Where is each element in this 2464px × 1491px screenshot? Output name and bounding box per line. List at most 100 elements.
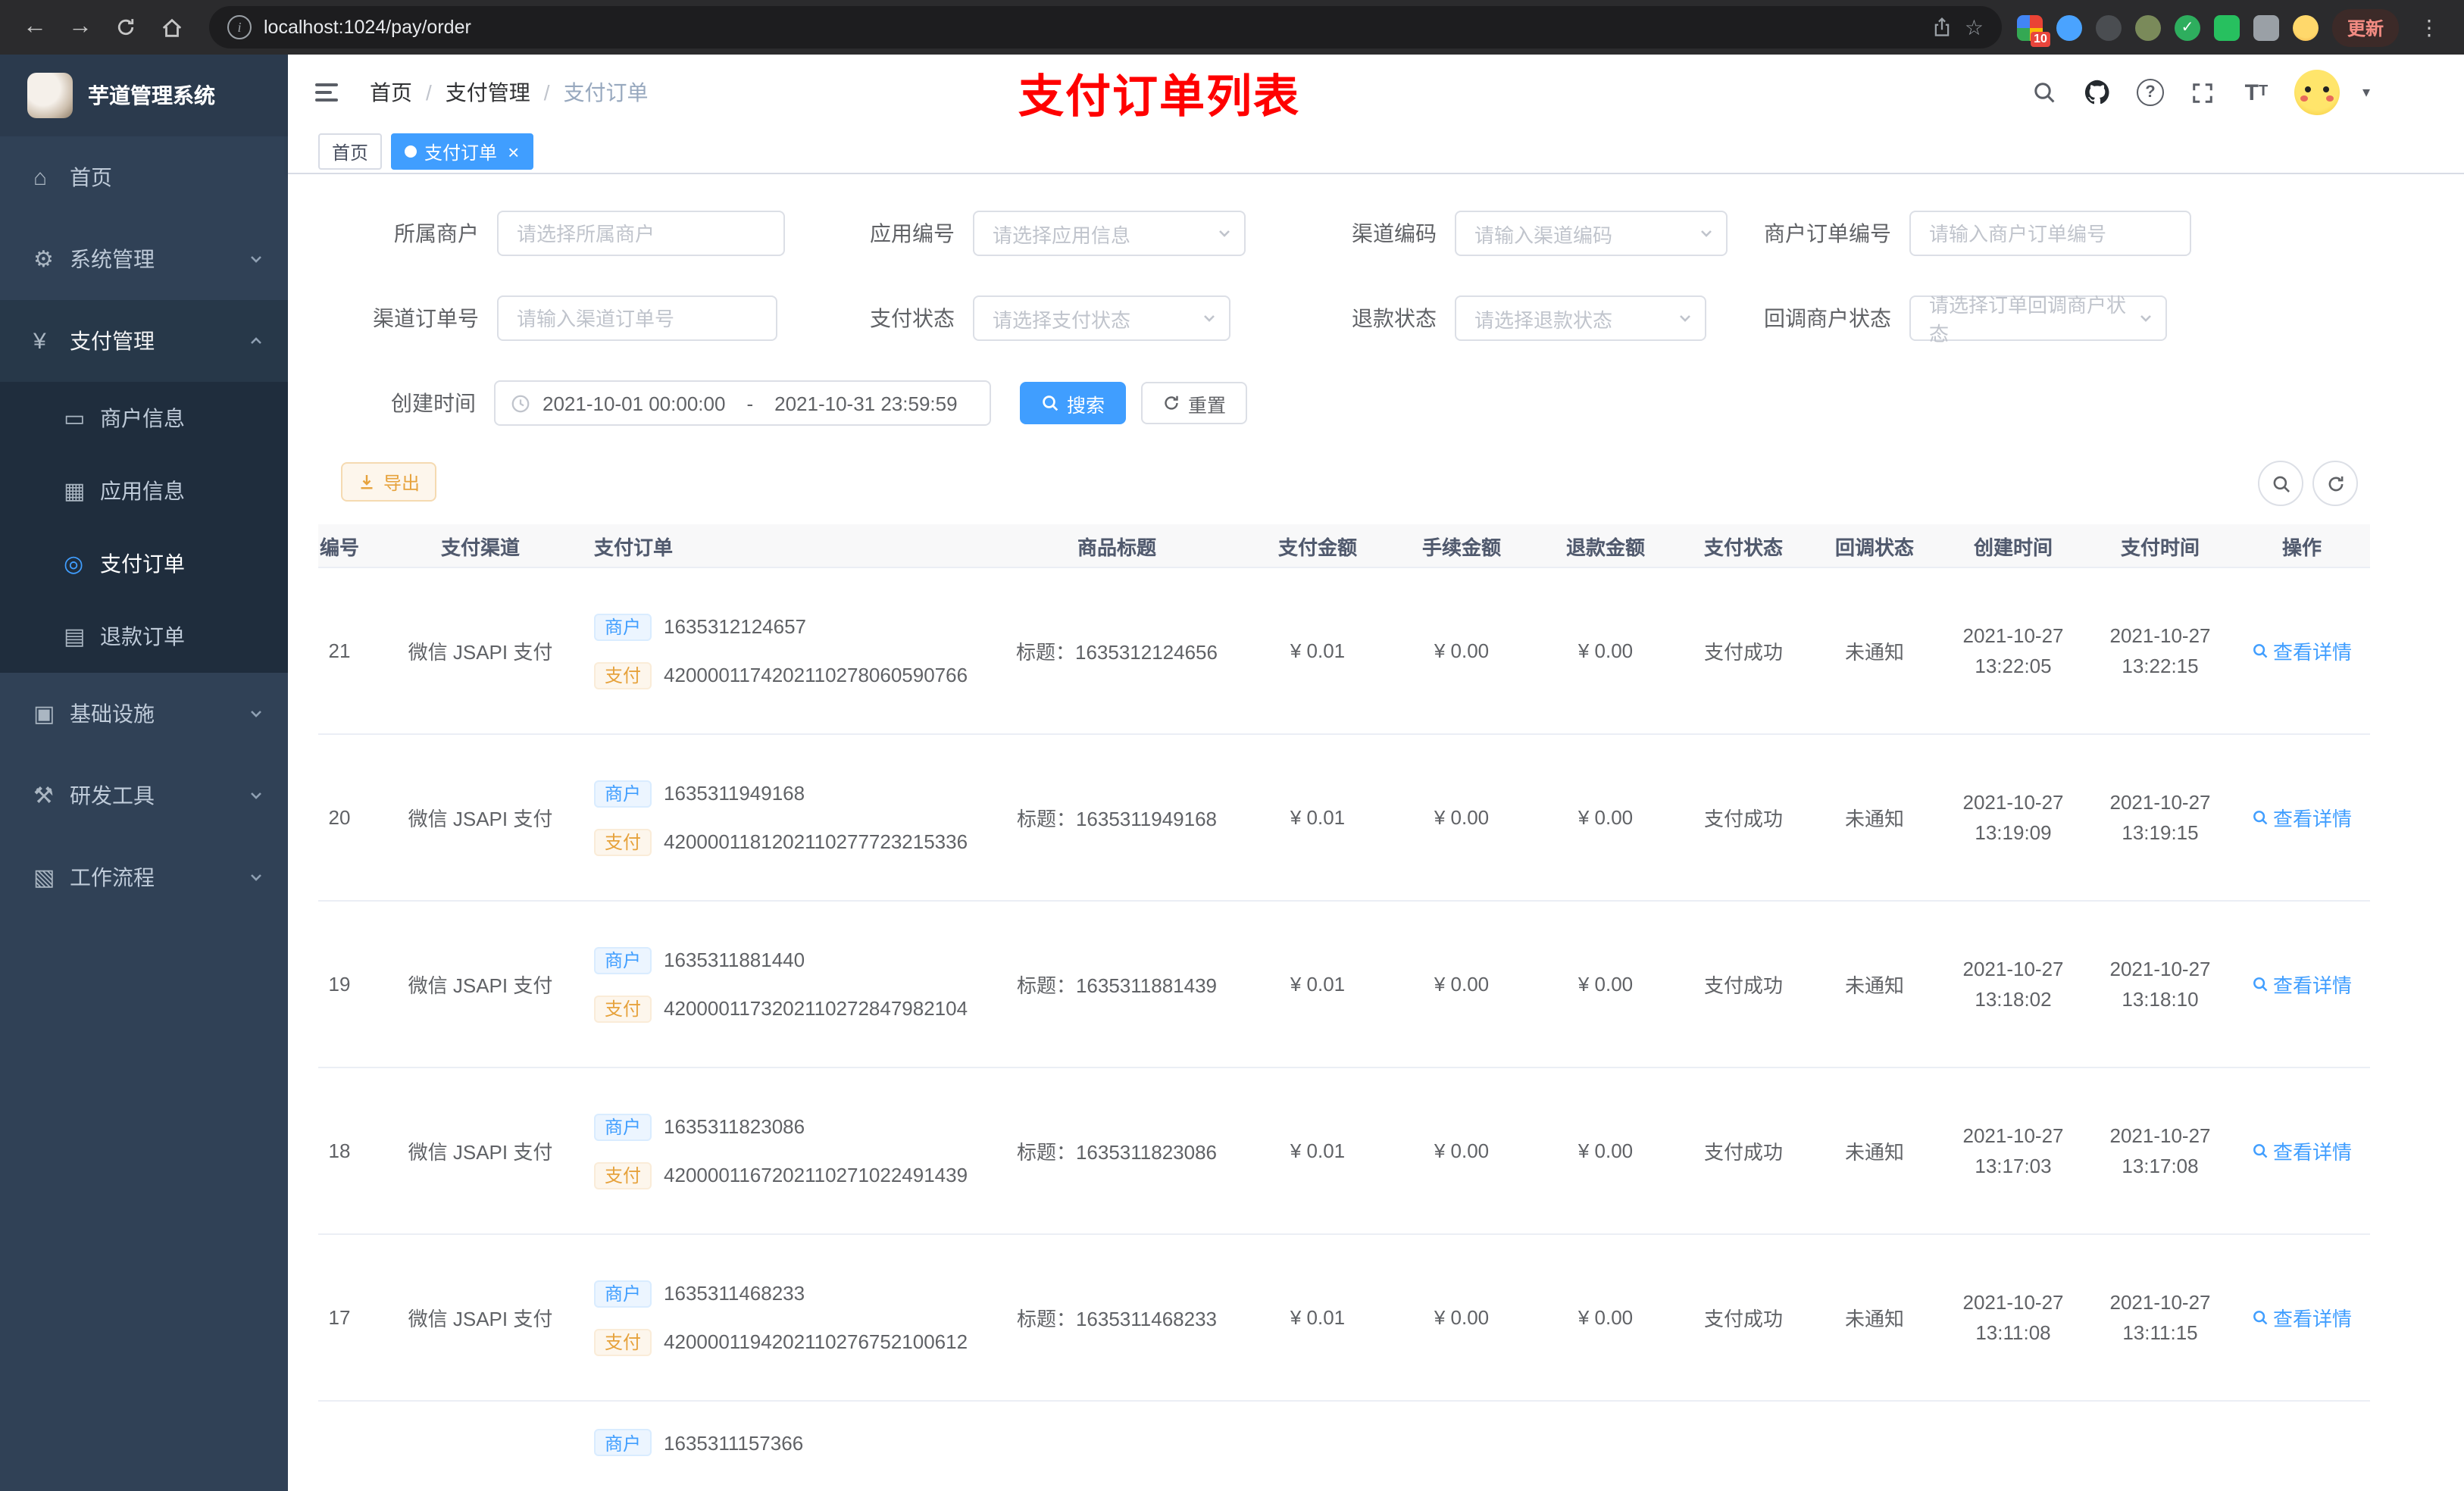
caret-down-icon[interactable]: ▾ [2362,84,2370,101]
view-detail-link[interactable]: 查看详情 [2252,1136,2352,1165]
date-range-picker[interactable]: 2021-10-01 00:00:00 - 2021-10-31 23:59:5… [494,380,991,426]
chevron-down-icon [1202,311,1217,326]
site-info-icon[interactable]: i [227,15,252,39]
extensions-puzzle-icon[interactable] [2253,14,2279,40]
merchant-tag: 商户 [594,613,652,640]
share-icon[interactable] [1933,17,1953,38]
sidebar-item-merchant-info[interactable]: ▭ 商户信息 [0,382,288,455]
reset-button[interactable]: 重置 [1141,382,1247,424]
orders-table: 编号 支付渠道 支付订单 商品标题 支付金额 手续金额 退款金额 支付状态 回调… [318,524,2434,1491]
date-separator: - [746,392,754,414]
breadcrumb-payment[interactable]: 支付管理 [446,77,530,108]
github-icon[interactable] [2082,77,2112,108]
cell-fee: ¥ 0.00 [1434,1139,1490,1162]
channel-code-select[interactable]: 请输入渠道编码 [1455,211,1728,256]
view-detail-link[interactable]: 查看详情 [2252,970,2352,999]
sidebar-item-home[interactable]: ⌂ 首页 [0,136,288,218]
user-avatar[interactable] [2294,70,2340,115]
cell-action: 查看详情 [2234,735,2370,900]
cell-notify: 未通知 [1844,808,1904,830]
merchant-order-no: 1635311157366 [664,1431,804,1454]
browser-forward-button[interactable]: → [58,5,103,50]
merchant-tag: 商户 [594,780,652,807]
hamburger-icon[interactable] [288,55,358,130]
refund-status-select[interactable]: 请选择退款状态 [1455,295,1706,341]
breadcrumb-home[interactable]: 首页 [370,77,412,108]
export-button[interactable]: 导出 [341,462,437,502]
cell-pay-order: 商户 1635311823086 支付 42000011672021102710… [579,1068,988,1233]
sidebar-item-pay-order[interactable]: ◎ 支付订单 [0,527,288,600]
fullscreen-icon[interactable] [2188,77,2219,108]
extension-icon-drop[interactable] [2056,14,2082,40]
browser-profile-avatar[interactable] [2292,14,2319,40]
breadcrumb-separator: / [543,80,550,105]
pay-status-select[interactable]: 请选择支付状态 [973,295,1230,341]
app-no-select[interactable]: 请选择应用信息 [973,211,1246,256]
tab-pay-order[interactable]: 支付订单 × [391,133,533,170]
grid-icon: ▦ [64,479,86,505]
sidebar-item-app-info[interactable]: ▦ 应用信息 [0,455,288,527]
cell-refund: ¥ 0.00 [1578,806,1634,829]
close-icon[interactable]: × [508,142,519,161]
tab-home[interactable]: 首页 [318,133,383,170]
channel-pay-no: 4200001174202110278060590766 [664,664,968,686]
cell-pay-order: 商户 1635311468233 支付 42000011942021102767… [579,1235,988,1400]
toggle-search-button[interactable] [2258,461,2303,506]
browser-update-button[interactable]: 更新 [2331,8,2399,46]
sidebar-item-refund-order[interactable]: ▤ 退款订单 [0,600,288,673]
search-icon[interactable] [2029,77,2059,108]
channel-order-no-input[interactable] [497,295,777,341]
address-bar[interactable]: i localhost:1024/pay/order ☆ [209,6,2002,48]
logo-avatar [27,73,73,118]
extension-icon-check[interactable]: ✓ [2174,14,2200,40]
url-text[interactable]: localhost:1024/pay/order [264,17,1921,38]
extension-icon-colorful[interactable]: 10 [2016,14,2050,46]
card-icon: ▭ [64,406,86,432]
refresh-button[interactable] [2312,461,2358,506]
sidebar-item-workflow[interactable]: ▧ 工作流程 [0,836,288,918]
merchant-order-no: 1635311823086 [664,1115,805,1138]
filter-app-no: 应用编号 请选择应用信息 [788,211,1246,256]
bookmark-star-icon[interactable]: ☆ [1965,14,1984,40]
cell-pay-time [2087,1402,2234,1491]
browser-reload-button[interactable] [103,5,149,50]
font-size-icon[interactable]: TT [2241,77,2272,108]
filter-refund-status: 退款状态 请选择退款状态 [1273,295,1706,341]
cell-title: 标题：1635311823086 [1016,1141,1218,1164]
extension-icon-dark[interactable] [2095,14,2122,40]
chevron-up-icon [249,333,264,349]
filter-notify-status: 回调商户状态 请选择订单回调商户状态 [1728,294,2167,345]
sidebar-item-infra[interactable]: ▣ 基础设施 [0,673,288,755]
view-detail-link[interactable]: 查看详情 [2252,636,2352,665]
sidebar-item-dev-tools[interactable]: ⚒ 研发工具 [0,755,288,836]
view-detail-link[interactable]: 查看详情 [2252,803,2352,832]
view-detail-link[interactable]: 查看详情 [2252,1303,2352,1332]
merchant-order-no-input[interactable] [1909,211,2191,256]
extension-icon-chat[interactable] [2213,14,2240,40]
cell-pay-order: 商户 1635311949168 支付 42000011812021102777… [579,735,988,900]
merchant-tag: 商户 [594,1429,652,1456]
merchant-input[interactable] [497,211,785,256]
main-area: 首页 / 支付管理 / 支付订单 支付订单列表 ? T T ▾ 首页 支付订单 … [288,55,2464,1491]
search-button[interactable]: 搜索 [1020,382,1126,424]
cell-id: 21 [328,639,351,662]
browser-menu-icon[interactable]: ⋮ [2412,14,2446,40]
cell-fee: ¥ 0.00 [1434,806,1490,829]
cell-create-time: 2021-10-27 13:18:02 [1962,957,2064,1010]
sidebar-item-system[interactable]: ⚙ 系统管理 [0,218,288,300]
browser-home-button[interactable] [149,5,194,50]
cell-fee [1390,1402,1534,1491]
app-logo[interactable]: 芋道管理系统 [0,55,288,136]
cell-notify: 未通知 [1844,1308,1904,1330]
page-content: 所属商户 应用编号 请选择应用信息 渠道编码 [288,174,2464,1491]
merchant-tag: 商户 [594,1113,652,1140]
notify-status-select[interactable]: 请选择订单回调商户状态 [1909,294,2167,345]
cell-id: 18 [328,1139,351,1162]
browser-back-button[interactable]: ← [12,5,58,50]
cell-channel: 微信 JSAPI 支付 [408,1308,553,1330]
table-row: 商户 1635311157366 支付 查看详情 [318,1402,2370,1491]
sidebar-item-payment[interactable]: ¥ 支付管理 [0,300,288,382]
channel-pay-no: 4200001181202110277723215336 [664,830,968,853]
extension-icon-olive[interactable] [2134,14,2161,40]
help-icon[interactable]: ? [2135,77,2165,108]
